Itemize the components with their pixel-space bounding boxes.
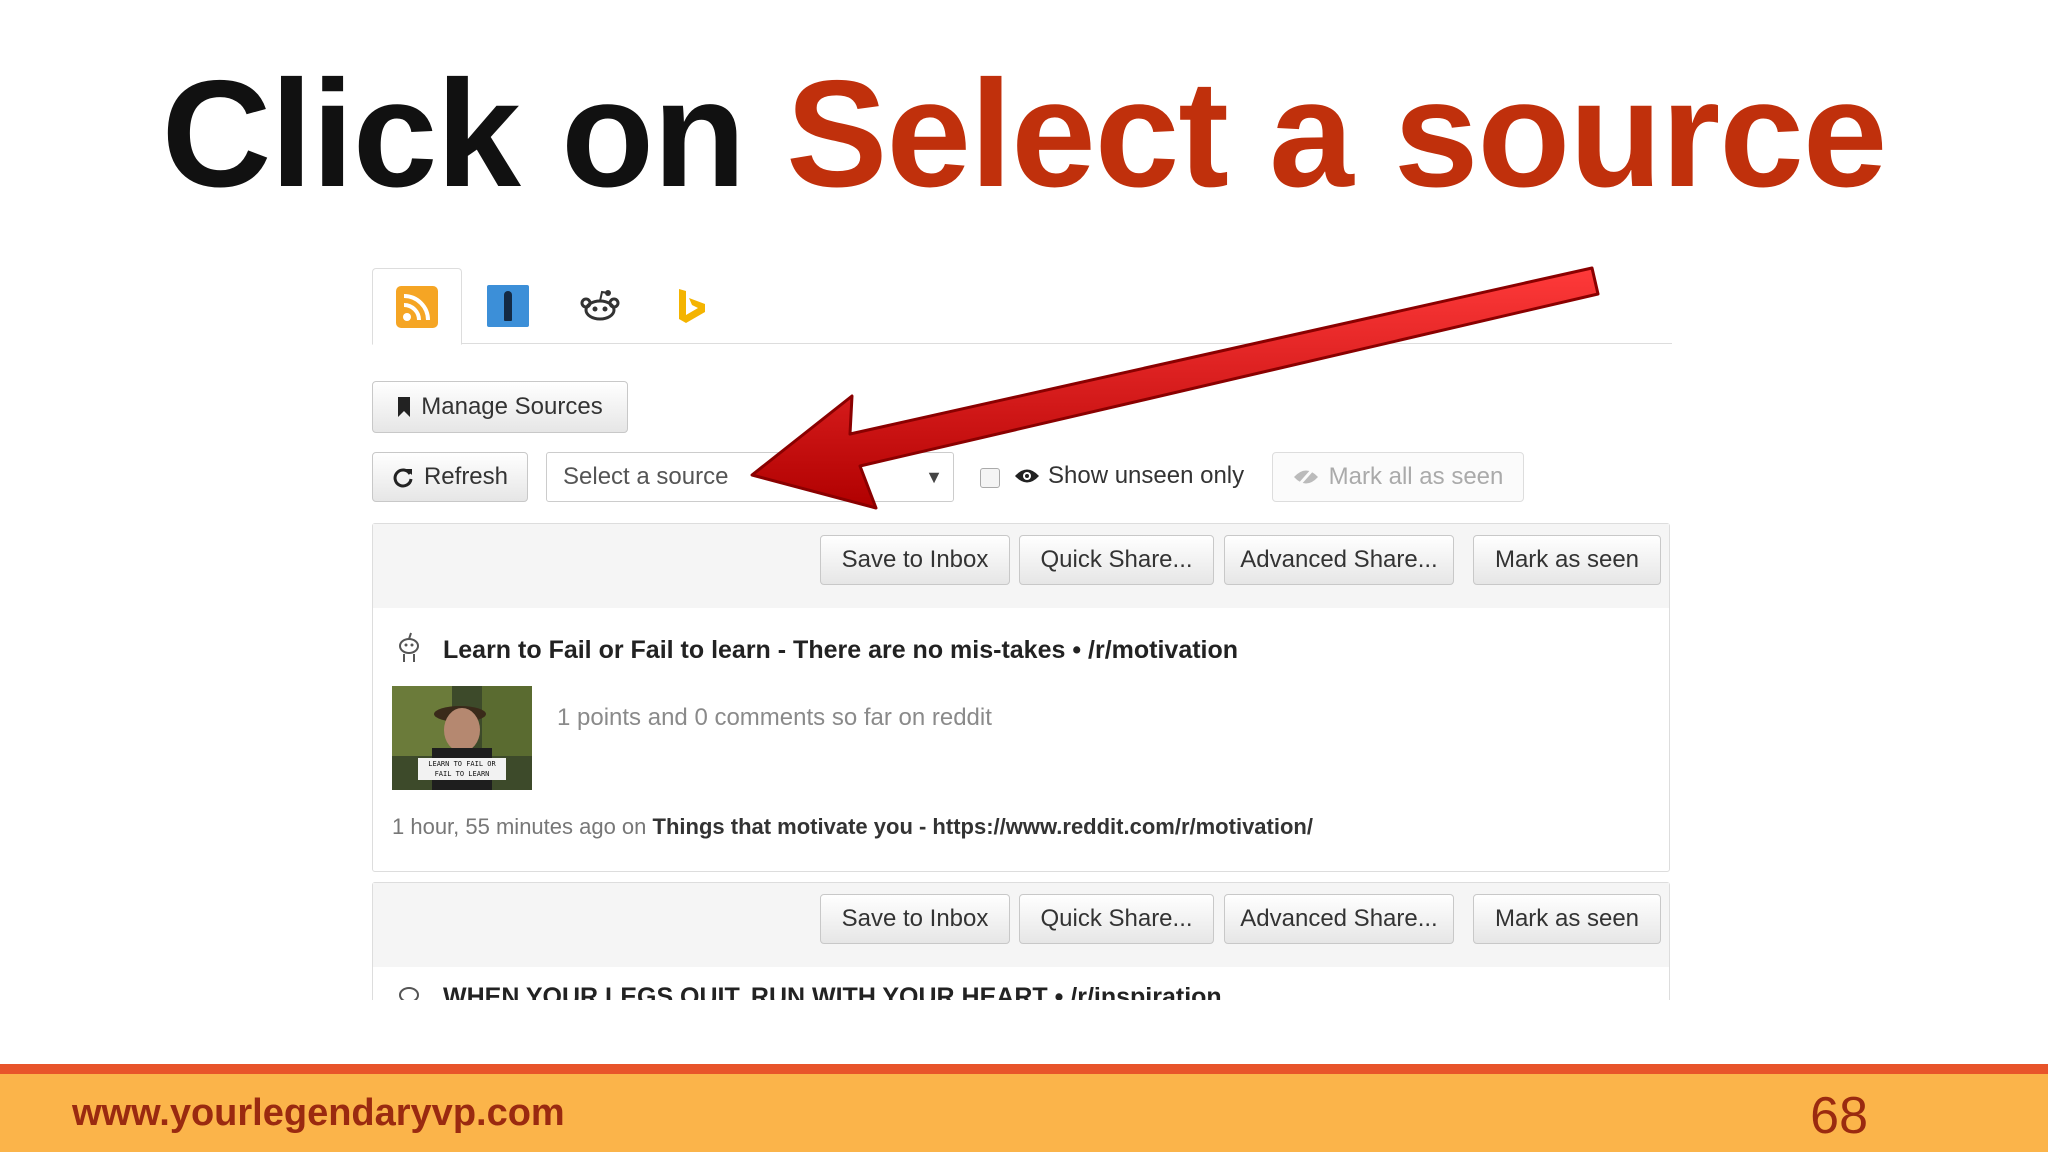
footer-url[interactable]: www.yourlegendaryvp.com <box>72 1092 565 1135</box>
footer-divider <box>0 1064 2048 1074</box>
slide-footer: www.yourlegendaryvp.com 68 <box>0 1074 2048 1152</box>
annotation-arrow <box>750 266 1600 510</box>
page-number: 68 <box>1810 1087 1868 1145</box>
